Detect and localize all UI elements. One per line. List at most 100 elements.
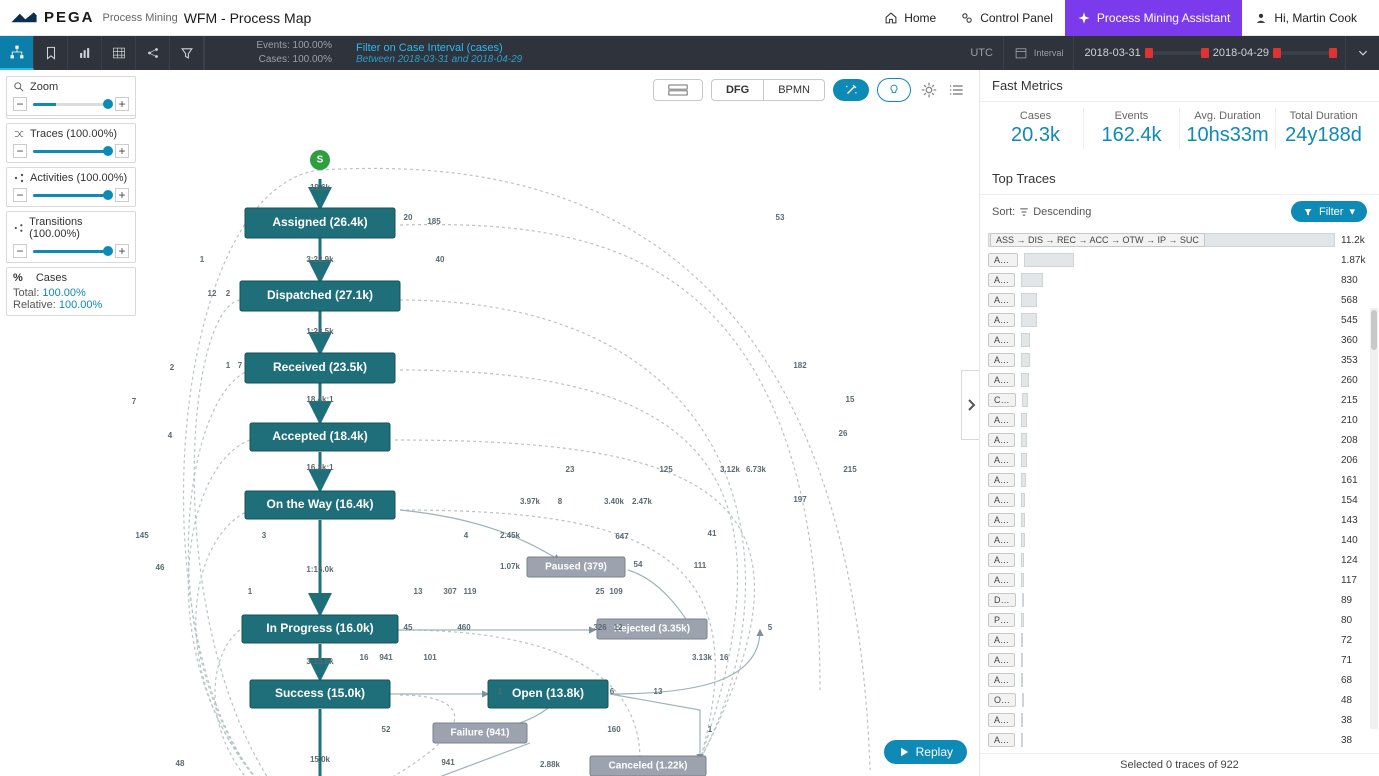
svg-text:647: 647 <box>615 532 629 541</box>
trace-bar <box>1021 273 1335 287</box>
trace-row[interactable]: A…210 <box>988 410 1371 430</box>
svg-text:48: 48 <box>176 759 185 768</box>
gear-icon <box>920 81 938 99</box>
date-to: 2018-04-29 <box>1213 47 1269 59</box>
bpmn-tab[interactable]: BPMN <box>763 80 824 100</box>
trace-count: 154 <box>1341 495 1371 506</box>
nav-home[interactable]: Home <box>872 0 948 36</box>
trace-row[interactable]: A…161 <box>988 470 1371 490</box>
svg-text:6.73k: 6.73k <box>746 465 767 474</box>
nav-assistant[interactable]: Process Mining Assistant <box>1065 0 1242 36</box>
zoom-slider[interactable] <box>33 103 109 106</box>
trace-path: A… <box>988 313 1015 327</box>
toolbar-expand[interactable] <box>1345 36 1379 70</box>
trace-row[interactable]: C…215 <box>988 390 1371 410</box>
traces-footer: Selected 0 traces of 922 <box>980 753 1379 776</box>
scrollbar[interactable] <box>1370 308 1378 729</box>
nav-control-panel[interactable]: Control Panel <box>948 0 1065 36</box>
process-graph[interactable]: SEAssigned (26.4k)Dispatched (27.1k)Rece… <box>0 70 979 776</box>
svg-text:46: 46 <box>156 563 165 572</box>
svg-text:Dispatched (27.1k): Dispatched (27.1k) <box>267 288 373 302</box>
svg-text:Received (23.5k): Received (23.5k) <box>273 360 367 374</box>
svg-text:1: 1 <box>498 687 503 696</box>
process-map-canvas[interactable]: Metrics Count▾ Traces (100.00%) −+ Activ… <box>0 70 979 776</box>
magic-icon <box>843 83 859 97</box>
settings-button[interactable] <box>919 80 939 100</box>
view-toolbar: Events: 100.00% Cases: 100.00% Filter on… <box>0 36 1379 70</box>
trace-row[interactable]: A…353 <box>988 350 1371 370</box>
legend-button[interactable] <box>947 80 967 100</box>
trace-row[interactable]: O…48 <box>988 690 1371 710</box>
trace-row[interactable]: A…260 <box>988 370 1371 390</box>
svg-text:16: 16 <box>720 653 729 662</box>
trace-path: A… <box>988 713 1015 727</box>
trace-row[interactable]: A…38 <box>988 730 1371 750</box>
nav-user-menu[interactable]: Hi, Martin Cook <box>1242 0 1369 36</box>
tool-share[interactable] <box>136 36 170 70</box>
svg-text:197: 197 <box>793 495 807 504</box>
trace-path: A… <box>988 413 1015 427</box>
top-traces-header: Sort: Descending Filter ▾ <box>980 194 1379 228</box>
trace-row[interactable]: A…71 <box>988 650 1371 670</box>
trace-row[interactable]: A…545 <box>988 310 1371 330</box>
trace-row[interactable]: A…206 <box>988 450 1371 470</box>
tool-process-map[interactable] <box>0 36 34 70</box>
dfg-tab[interactable]: DFG <box>712 80 763 100</box>
trace-row[interactable]: A…830 <box>988 270 1371 290</box>
svg-text:On the Way (16.4k): On the Way (16.4k) <box>267 497 374 511</box>
trace-bar <box>1021 373 1335 387</box>
date-range-slider-2[interactable] <box>1275 51 1335 55</box>
trace-row[interactable]: A…154 <box>988 490 1371 510</box>
trace-row[interactable]: ASS → DIS → REC → ACC → OTW → IP → SUC11… <box>988 230 1371 250</box>
collapse-right-pane[interactable] <box>961 370 979 440</box>
replay-button[interactable]: Replay <box>884 740 967 764</box>
tool-variants[interactable] <box>34 36 68 70</box>
hint-button[interactable] <box>877 78 911 102</box>
svg-text:19.6k: 19.6k <box>310 183 331 192</box>
svg-text:4: 4 <box>464 531 469 540</box>
tool-table[interactable] <box>102 36 136 70</box>
svg-text:18.4k:1: 18.4k:1 <box>306 395 334 404</box>
date-range-slider[interactable] <box>1147 51 1207 55</box>
trace-row[interactable]: A…72 <box>988 630 1371 650</box>
svg-text:3.12k: 3.12k <box>720 465 741 474</box>
svg-text:1:23.5k: 1:23.5k <box>306 327 334 336</box>
sort-dropdown[interactable]: Sort: Descending <box>992 206 1091 218</box>
swimlane-toggle[interactable] <box>654 80 702 100</box>
date-range-display[interactable]: 2018-03-31 2018-04-29 <box>1073 36 1345 70</box>
zoom-out[interactable]: − <box>13 97 27 111</box>
trace-row[interactable]: A…117 <box>988 570 1371 590</box>
bookmark-icon <box>44 46 58 60</box>
traces-list[interactable]: ASS → DIS → REC → ACC → OTW → IP → SUC11… <box>980 228 1379 753</box>
interval-picker[interactable]: Interval <box>1003 36 1074 70</box>
svg-text:Accepted (18.4k): Accepted (18.4k) <box>272 429 367 443</box>
svg-text:45: 45 <box>404 623 413 632</box>
trace-row[interactable]: D…89 <box>988 590 1371 610</box>
trace-row[interactable]: A…143 <box>988 510 1371 530</box>
trace-row[interactable]: A…68 <box>988 670 1371 690</box>
svg-text:3: 3 <box>262 531 267 540</box>
trace-row[interactable]: A…208 <box>988 430 1371 450</box>
zoom-panel: Zoom −+ <box>6 76 136 116</box>
trace-row[interactable]: P…80 <box>988 610 1371 630</box>
trace-count: 568 <box>1341 295 1371 306</box>
list-icon <box>949 82 965 98</box>
trace-row[interactable]: A…140 <box>988 530 1371 550</box>
tool-filter[interactable] <box>170 36 204 70</box>
trace-row[interactable]: A…124 <box>988 550 1371 570</box>
active-filter-chip[interactable]: Filter on Case Interval (cases) Between … <box>344 36 534 70</box>
trace-path: A… <box>988 353 1015 367</box>
trace-row[interactable]: A…38 <box>988 710 1371 730</box>
brand-text: PEGA <box>44 9 95 26</box>
zoom-in[interactable]: + <box>115 97 129 111</box>
trace-row[interactable]: ASS →…1.87k <box>988 250 1371 270</box>
trace-row[interactable]: A…360 <box>988 330 1371 350</box>
tool-analytics[interactable] <box>68 36 102 70</box>
trace-row[interactable]: A…568 <box>988 290 1371 310</box>
trace-count: 143 <box>1341 515 1371 526</box>
trace-count: 215 <box>1341 395 1371 406</box>
auto-layout-button[interactable] <box>833 79 869 101</box>
trace-bar <box>1021 433 1335 447</box>
layout-toggle <box>653 79 703 101</box>
traces-filter-button[interactable]: Filter ▾ <box>1291 201 1367 222</box>
